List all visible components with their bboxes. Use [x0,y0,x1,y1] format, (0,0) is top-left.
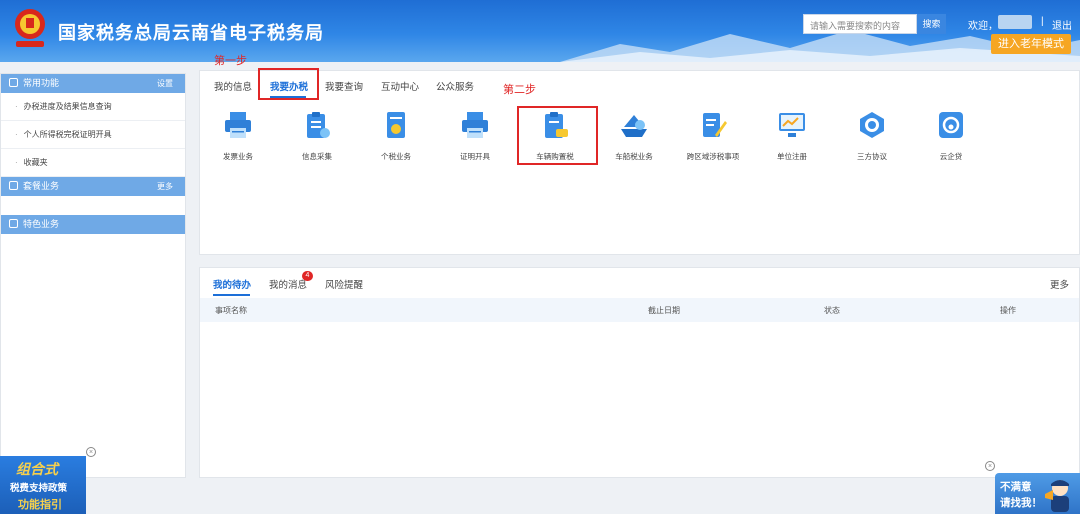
service-cross-region[interactable]: 跨区域涉税事项 [678,109,748,162]
layers-icon [9,181,18,190]
service-label: 发票业务 [223,152,253,161]
site-header: 国家税务总局云南省电子税务局 请输入需要搜索的内容 搜索 欢迎， | 退出 进入… [0,0,1080,62]
promo-line1: 组合式 [16,461,58,477]
service-label: 信息采集 [302,152,332,161]
column-actions: 操作 [1000,306,1016,315]
ship-icon [621,115,647,137]
mascot-icon [1045,480,1069,512]
column-status: 状态 [824,306,840,315]
tab-interaction[interactable]: 互动中心 [381,79,419,93]
sidebar-common-header: 常用功能 设置 [1,74,185,93]
service-vehicle-purchase-tax[interactable]: 车辆购置税 [520,109,590,162]
service-label: 云企贷 [939,152,963,161]
service-label: 证明开具 [460,152,490,161]
service-unit-registration[interactable]: 单位注册 [757,109,827,162]
printer-icon [225,112,251,138]
column-item-name: 事项名称 [215,306,247,315]
printer-icon [462,112,488,138]
complaint-close-icon[interactable]: × [985,461,995,471]
cloud-loan-icon [939,112,963,138]
todo-panel: 我的待办 我的消息 4 风险提醒 更多 事项名称 截止日期 状态 操作 [199,267,1080,478]
service-label: 三方协议 [857,152,887,161]
service-label: 单位注册 [777,152,807,161]
agreement-icon [860,112,884,138]
sidebar-special-title[interactable]: 特色业务 [23,219,59,229]
annotation-step1: 第一步 [214,55,247,67]
elder-mode-button[interactable]: 进入老年模式 [991,34,1071,54]
promo-close-icon[interactable]: × [86,447,96,457]
search-input[interactable]: 请输入需要搜索的内容 [803,14,917,34]
tab-risk-alerts[interactable]: 风险提醒 [325,277,363,291]
sidebar-item-tax-certificate[interactable]: 个人所得税完税证明开具 [1,121,185,149]
sidebar-common-title: 常用功能 [23,78,60,88]
promo-line2: 税费支持政策 [10,483,68,494]
service-certificate[interactable]: 证明开具 [440,109,510,162]
sidebar-package-title[interactable]: 套餐业务 [23,181,59,191]
active-todo-tab-indicator [213,294,250,296]
message-count-badge: 4 [302,271,313,281]
service-cloud-loan[interactable]: 云企贷 [916,109,986,162]
complaint-line2: 请找我！ [1000,497,1042,509]
site-title: 国家税务总局云南省电子税务局 [58,23,324,43]
sidebar-item-progress-query[interactable]: 办税进度及结果信息查询 [1,93,185,121]
annotation-box-step1 [258,68,319,100]
edit-document-icon [703,113,727,137]
sidebar-package-more[interactable]: 更多 [157,177,173,196]
tab-my-messages[interactable]: 我的消息 [269,277,307,291]
sidebar-special-header: 特色业务 [1,215,185,234]
todo-more-link[interactable]: 更多 [1050,277,1069,291]
complaint-line1: 不满意 [1000,481,1032,493]
sidebar-settings-link[interactable]: 设置 [157,74,173,93]
sidebar: 常用功能 设置 办税进度及结果信息查询 个人所得税完税证明开具 收藏夹 套餐业务… [0,73,186,478]
service-label: 车辆购置税 [536,152,574,161]
promo-line3: 功能指引 [18,499,62,511]
service-invoice[interactable]: 发票业务 [203,109,273,162]
tab-public-service[interactable]: 公众服务 [436,79,474,93]
search-button[interactable]: 搜索 [917,14,946,34]
service-label: 车船税业务 [615,152,653,161]
grid-icon [9,219,18,228]
service-personal-tax[interactable]: 个税业务 [361,109,431,162]
sidebar-package-header: 套餐业务 更多 [1,177,185,196]
tax-emblem-icon [15,9,45,47]
service-label: 个税业务 [381,152,411,161]
tab-my-info[interactable]: 我的信息 [214,79,252,93]
policy-promo-banner[interactable]: 组合式 税费支持政策 功能指引 [0,456,86,514]
complaint-widget[interactable]: 不满意 请找我！ [995,473,1080,514]
annotation-step2: 第二步 [503,84,536,96]
vehicle-clipboard-icon [545,112,568,138]
todo-table-header: 事项名称 截止日期 状态 操作 [200,298,1079,322]
bookmark-icon [9,78,18,87]
header-separator: | [1041,16,1044,27]
main-service-panel: 我的信息 我要办税 我要查询 互动中心 公众服务 第一步 第二步 发票业务 信息… [199,55,1080,255]
welcome-text: 欢迎， [968,21,998,32]
logout-link[interactable]: 退出 [1052,17,1072,32]
column-deadline: 截止日期 [648,306,680,315]
service-label: 跨区域涉税事项 [686,152,740,161]
service-tripartite-agreement[interactable]: 三方协议 [837,109,907,162]
tab-my-todo[interactable]: 我的待办 [213,277,251,291]
service-info-collection[interactable]: 信息采集 [282,109,352,162]
tab-query[interactable]: 我要查询 [325,79,363,93]
username-redacted [998,15,1032,29]
service-vehicle-vessel-tax[interactable]: 车船税业务 [599,109,669,162]
document-icon [387,112,405,138]
clipboard-icon [307,112,330,138]
monitor-chart-icon [779,113,805,137]
sidebar-item-favorites[interactable]: 收藏夹 [1,149,185,177]
